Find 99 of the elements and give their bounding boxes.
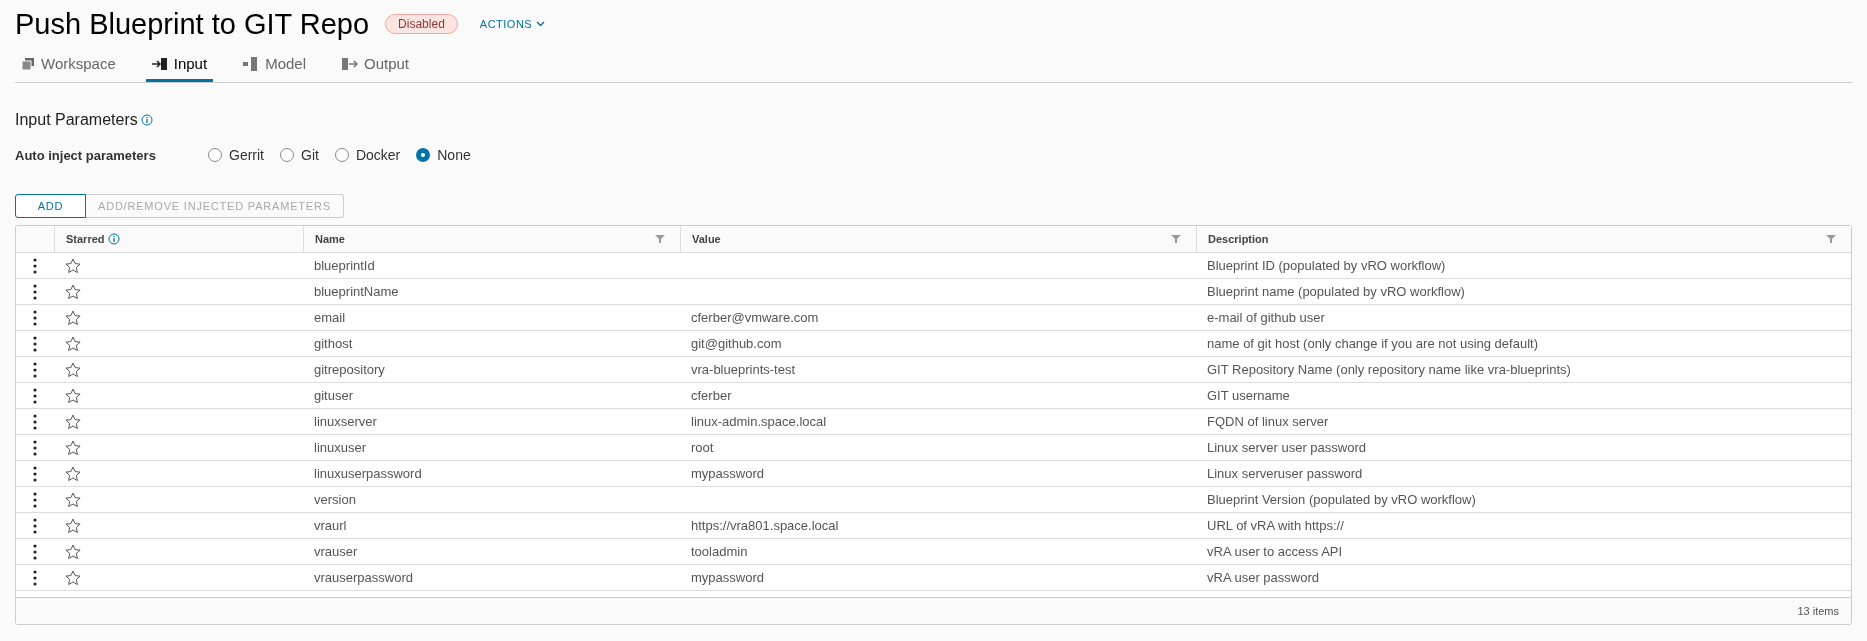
row-menu-icon[interactable]: [33, 413, 37, 430]
filter-icon[interactable]: [655, 234, 665, 244]
star-icon[interactable]: [65, 361, 81, 378]
table-cell: FQDN of linux server: [1207, 414, 1329, 429]
star-icon[interactable]: [65, 543, 81, 560]
star-icon[interactable]: [65, 569, 81, 586]
star-icon[interactable]: [65, 439, 81, 456]
table-cell: GIT username: [1207, 388, 1290, 403]
row-menu-icon[interactable]: [33, 569, 37, 586]
info-icon[interactable]: [140, 114, 153, 126]
info-icon[interactable]: [107, 233, 120, 245]
table-cell: vrauser: [314, 544, 358, 559]
tab[interactable]: Input: [145, 48, 214, 82]
row-menu-icon[interactable]: [33, 257, 37, 274]
radio-label: None: [437, 147, 471, 163]
table-cell: email: [314, 310, 346, 325]
table-cell: Linux serveruser password: [1207, 466, 1363, 481]
table-cell: tooladmin: [691, 544, 748, 559]
table-cell: GIT Repository Name (only repository name like vra-blueprints): [1207, 362, 1571, 377]
table-cell: e-mail of github user: [1207, 310, 1325, 325]
row-menu-icon[interactable]: [33, 491, 37, 508]
table-cell: linuxserver: [314, 414, 377, 429]
table-cell: gitrepository: [314, 362, 385, 377]
star-icon[interactable]: [65, 283, 81, 300]
star-icon[interactable]: [65, 491, 81, 508]
model-icon: [243, 56, 260, 71]
table-cell: linuxuserpassword: [314, 466, 422, 481]
table-cell: Linux server user password: [1207, 440, 1366, 455]
table-cell: linuxuser: [314, 440, 367, 455]
table-cell: vRA user to access API: [1207, 544, 1343, 559]
star-icon[interactable]: [65, 335, 81, 352]
column-header[interactable]: Description: [1208, 233, 1269, 245]
table-cell: githost: [314, 336, 353, 351]
table-cell: git@github.com: [691, 336, 782, 351]
table-cell: Blueprint Version (populated by vRO workflow): [1207, 492, 1476, 507]
table-cell: mypassword: [691, 466, 764, 481]
star-icon[interactable]: [65, 309, 81, 326]
table-cell: vra-blueprints-test: [691, 362, 796, 377]
radio-label: Docker: [355, 147, 401, 163]
filter-icon[interactable]: [1171, 234, 1181, 244]
radio-option[interactable]: Git: [280, 147, 319, 163]
table-cell: cferber@vmware.com: [691, 310, 819, 325]
radio-button[interactable]: [416, 148, 431, 162]
radio-label: Git: [301, 147, 319, 163]
table-cell: gituser: [314, 388, 354, 403]
table-cell: mypassword: [691, 570, 764, 585]
row-menu-icon[interactable]: [33, 439, 37, 456]
radio-button[interactable]: [208, 148, 222, 162]
table-cell: URL of vRA with https://: [1207, 518, 1344, 533]
row-menu-icon[interactable]: [33, 335, 37, 352]
column-header[interactable]: Name: [315, 233, 345, 245]
row-menu-icon[interactable]: [33, 517, 37, 534]
row-menu-icon[interactable]: [33, 309, 37, 326]
row-menu-icon[interactable]: [33, 283, 37, 300]
stack-icon: [21, 56, 35, 71]
table-cell: vRA user password: [1207, 570, 1319, 585]
table-cell: linux-admin.space.local: [691, 414, 827, 429]
actions-dropdown[interactable]: ACTIONS: [473, 14, 552, 34]
output-icon: [342, 56, 358, 71]
table-cell: blueprintId: [314, 258, 375, 273]
star-icon[interactable]: [65, 517, 81, 534]
section-title: Input Parameters: [15, 111, 138, 129]
table-cell: Blueprint ID (populated by vRO workflow): [1207, 258, 1446, 273]
table-cell: vrauserpassword: [314, 570, 413, 585]
table-cell: cferber: [691, 388, 732, 403]
table-cell: vraurl: [314, 518, 347, 533]
table-cell: Blueprint name (populated by vRO workflow): [1207, 284, 1465, 299]
star-icon[interactable]: [65, 257, 81, 274]
status-badge: Disabled: [385, 14, 458, 34]
table-cell: blueprintName: [314, 284, 399, 299]
radio-option[interactable]: Gerrit: [208, 147, 264, 163]
toolbar-button[interactable]: ADD: [15, 194, 86, 218]
radio-option[interactable]: Docker: [334, 147, 401, 163]
radio-option[interactable]: None: [416, 147, 471, 163]
table-cell: root: [691, 440, 714, 455]
star-icon[interactable]: [65, 413, 81, 430]
tab[interactable]: Model: [237, 48, 312, 82]
row-menu-icon[interactable]: [33, 465, 37, 482]
star-icon[interactable]: [65, 465, 81, 482]
radio-label: Gerrit: [229, 147, 264, 163]
tab[interactable]: Output: [336, 48, 416, 82]
filter-icon[interactable]: [1826, 234, 1836, 244]
column-header[interactable]: Value: [692, 233, 721, 245]
table-cell: https://vra801.space.local: [691, 518, 839, 533]
radio-button[interactable]: [334, 148, 349, 162]
page-title: Push Blueprint to GIT Repo: [15, 7, 370, 41]
table-cell: name of git host (only change if you are not using default): [1207, 336, 1538, 351]
item-count: 13 items: [1797, 605, 1839, 617]
row-menu-icon[interactable]: [33, 387, 37, 404]
field-label: Auto inject parameters: [15, 147, 157, 163]
row-menu-icon[interactable]: [33, 361, 37, 378]
radio-button[interactable]: [280, 148, 294, 162]
row-menu-icon[interactable]: [33, 543, 37, 560]
caret-icon: [536, 21, 546, 27]
table-cell: version: [314, 492, 356, 507]
input-icon: [151, 56, 168, 71]
tab[interactable]: Workspace: [15, 48, 122, 82]
column-header[interactable]: Starred: [66, 233, 105, 245]
star-icon[interactable]: [65, 387, 81, 404]
